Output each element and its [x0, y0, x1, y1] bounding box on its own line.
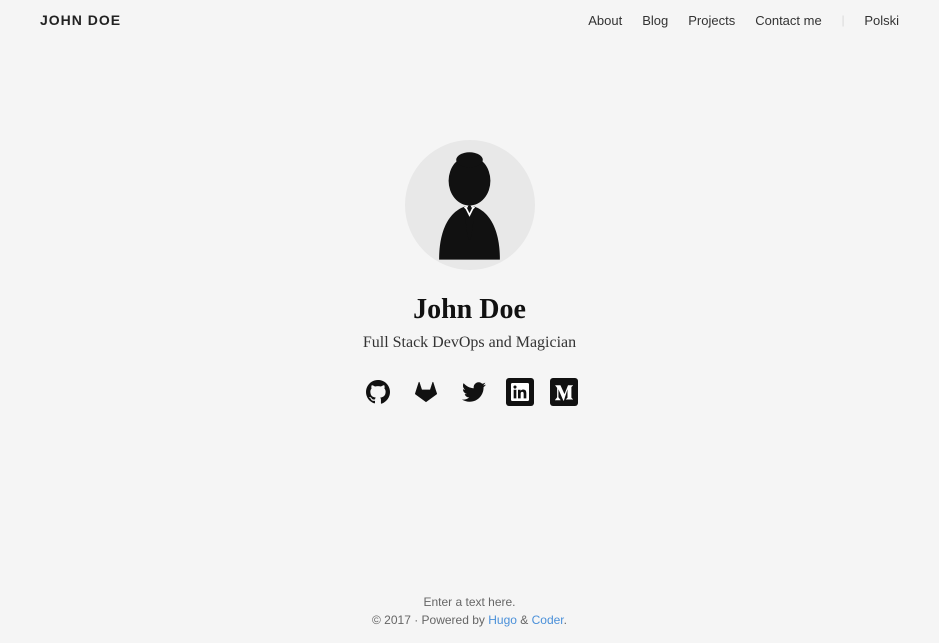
- twitter-icon: [462, 380, 486, 404]
- github-icon: [366, 380, 390, 404]
- site-header: JOHN DOE About Blog Projects Contact me …: [0, 0, 939, 40]
- gitlab-icon: [414, 380, 438, 404]
- footer-credit-text: © 2017 · Powered by: [372, 613, 488, 627]
- nav-blog[interactable]: Blog: [642, 13, 668, 28]
- github-link[interactable]: [362, 376, 394, 408]
- nav-lang[interactable]: Polski: [864, 13, 899, 28]
- coder-link[interactable]: Coder: [532, 613, 564, 627]
- medium-link[interactable]: [550, 378, 578, 406]
- avatar-image: [422, 150, 517, 260]
- main-nav: About Blog Projects Contact me | Polski: [588, 12, 899, 28]
- footer-period: .: [564, 613, 567, 627]
- hugo-link[interactable]: Hugo: [488, 613, 517, 627]
- gitlab-link[interactable]: [410, 376, 442, 408]
- footer-amp: &: [517, 613, 532, 627]
- person-name: John Doe: [413, 294, 526, 326]
- site-title: JOHN DOE: [40, 12, 121, 28]
- nav-about[interactable]: About: [588, 13, 622, 28]
- nav-projects[interactable]: Projects: [688, 13, 735, 28]
- nav-divider: |: [842, 12, 845, 28]
- medium-icon: [555, 383, 573, 401]
- avatar: [405, 140, 535, 270]
- footer-credit: © 2017 · Powered by Hugo & Coder.: [16, 613, 923, 627]
- linkedin-link[interactable]: [506, 378, 534, 406]
- person-subtitle: Full Stack DevOps and Magician: [363, 334, 576, 352]
- linkedin-icon: [511, 383, 529, 401]
- twitter-link[interactable]: [458, 376, 490, 408]
- social-icons-container: [362, 376, 578, 408]
- footer-placeholder: Enter a text here.: [16, 595, 923, 609]
- site-footer: Enter a text here. © 2017 · Powered by H…: [0, 579, 939, 643]
- nav-contact[interactable]: Contact me: [755, 13, 821, 28]
- main-content: John Doe Full Stack DevOps and Magician: [0, 40, 939, 448]
